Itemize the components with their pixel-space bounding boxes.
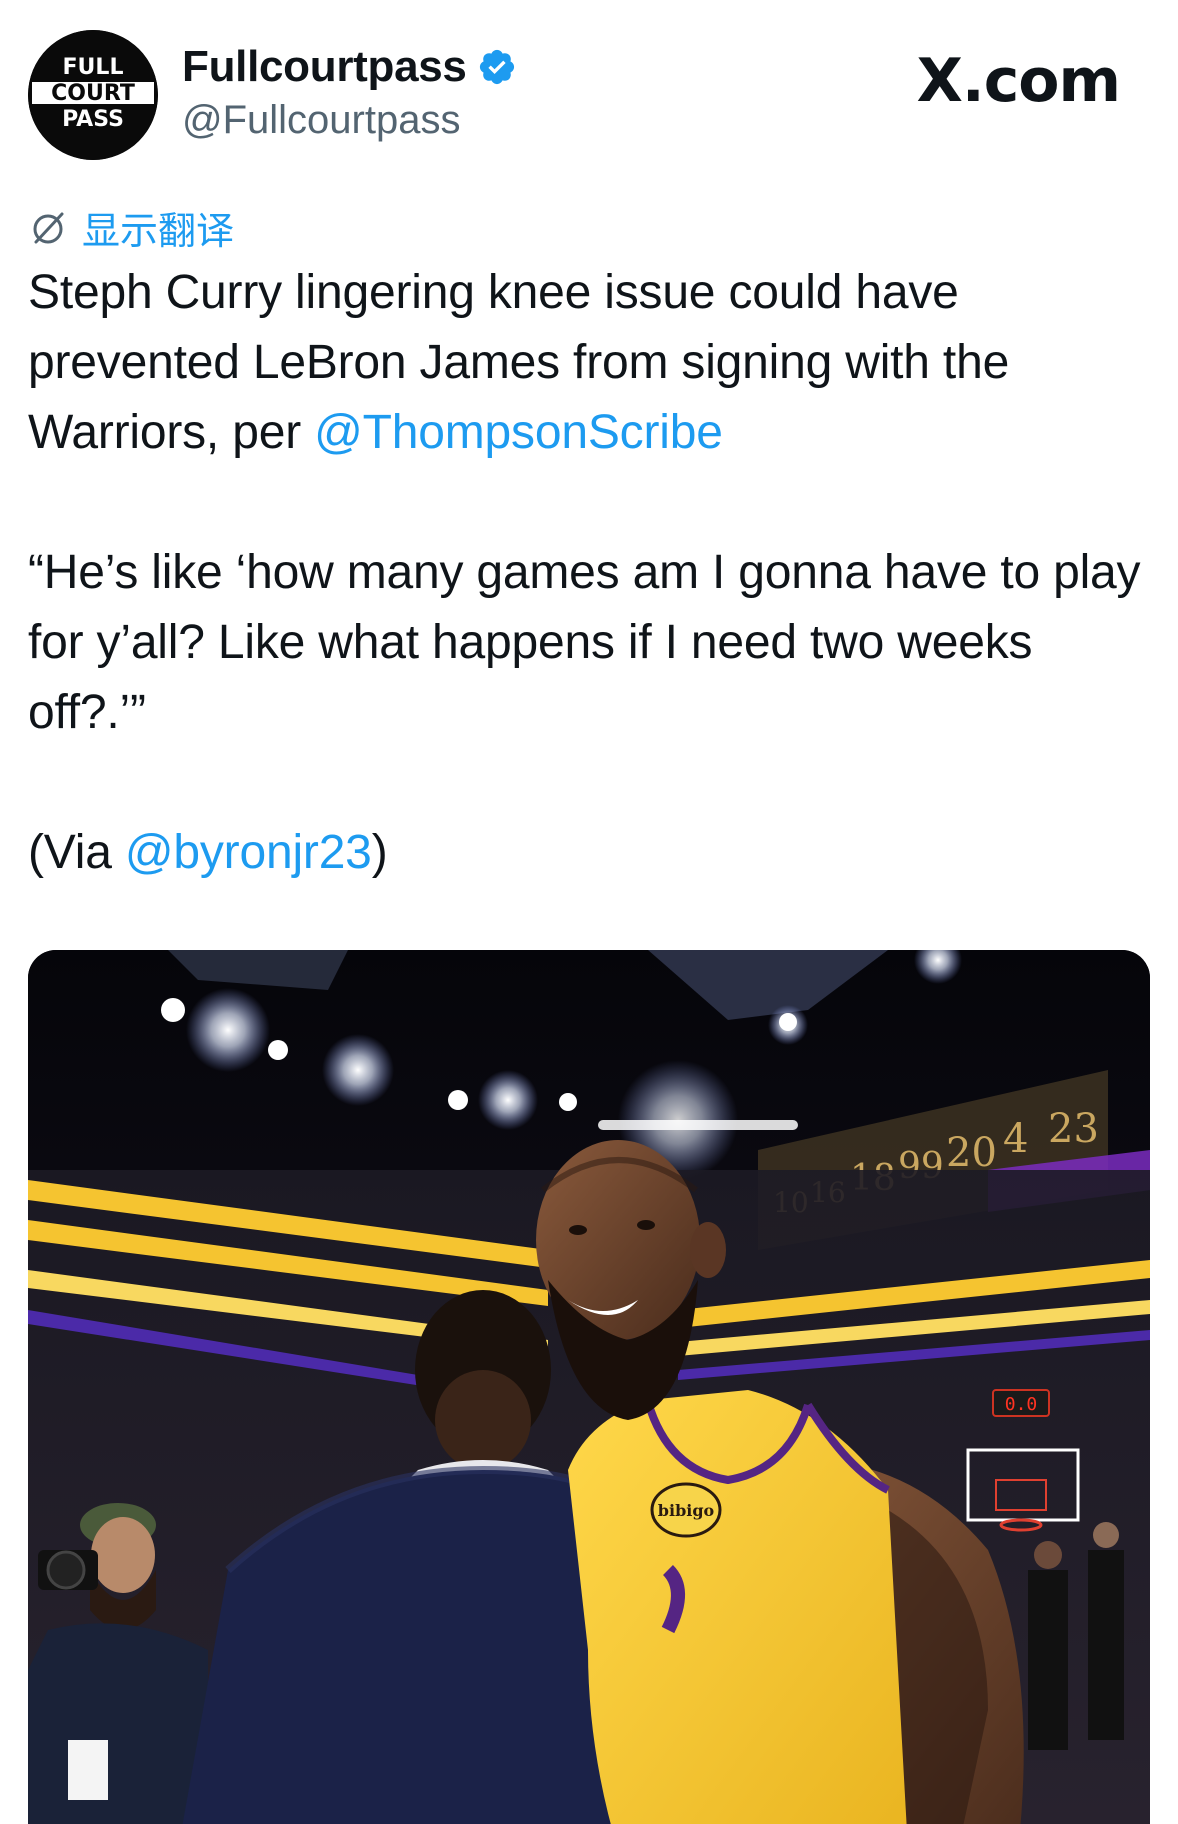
via-prefix: (Via bbox=[28, 826, 125, 879]
mention-link-thompsonscribe[interactable]: @ThompsonScribe bbox=[314, 406, 723, 459]
tweet-header: FULL COURT PASS Fullcourtpass @Fullcourt… bbox=[0, 0, 1178, 180]
jersey-sponsor-text: bibigo bbox=[658, 1501, 715, 1520]
avatar-text-court: COURT bbox=[51, 81, 135, 106]
tweet-paragraph-via: (Via @byronjr23) bbox=[28, 818, 1148, 888]
tweet-paragraph-main: Steph Curry lingering knee issue could h… bbox=[28, 258, 1148, 468]
show-translation-button[interactable]: 显示翻译 bbox=[28, 200, 234, 255]
arena-photo-illustration: 10 16 18 99 20 4 23 bbox=[28, 950, 1150, 1824]
avatar[interactable]: FULL COURT PASS bbox=[28, 30, 158, 160]
avatar-text-pass: PASS bbox=[62, 107, 124, 132]
author-handle[interactable]: @Fullcourtpass bbox=[182, 98, 517, 143]
display-name[interactable]: Fullcourtpass bbox=[182, 42, 467, 92]
site-watermark: X.com bbox=[916, 46, 1121, 116]
tweet-photo[interactable]: 10 16 18 99 20 4 23 bbox=[28, 950, 1150, 1824]
verified-badge-icon bbox=[479, 49, 514, 85]
mention-link-byronjr23[interactable]: @byronjr23 bbox=[125, 826, 372, 879]
yellow-jersey bbox=[568, 1390, 907, 1824]
translate-label: 显示翻译 bbox=[82, 209, 235, 253]
translate-globe-icon bbox=[33, 212, 64, 243]
svg-text:20: 20 bbox=[946, 1130, 997, 1176]
svg-text:4: 4 bbox=[1003, 1116, 1028, 1162]
fullcourtpass-logo-icon: FULL COURT PASS bbox=[28, 30, 158, 160]
via-suffix: ) bbox=[371, 826, 388, 879]
svg-text:23: 23 bbox=[1048, 1106, 1099, 1152]
tweet-body: Steph Curry lingering knee issue could h… bbox=[28, 258, 1148, 888]
avatar-text-full: FULL bbox=[63, 55, 124, 80]
shot-clock-readout: 0.0 bbox=[1005, 1394, 1038, 1415]
tweet-quote: “He’s like ‘how many games am I gonna ha… bbox=[28, 546, 1141, 739]
author-names: Fullcourtpass @Fullcourtpass bbox=[182, 42, 517, 143]
